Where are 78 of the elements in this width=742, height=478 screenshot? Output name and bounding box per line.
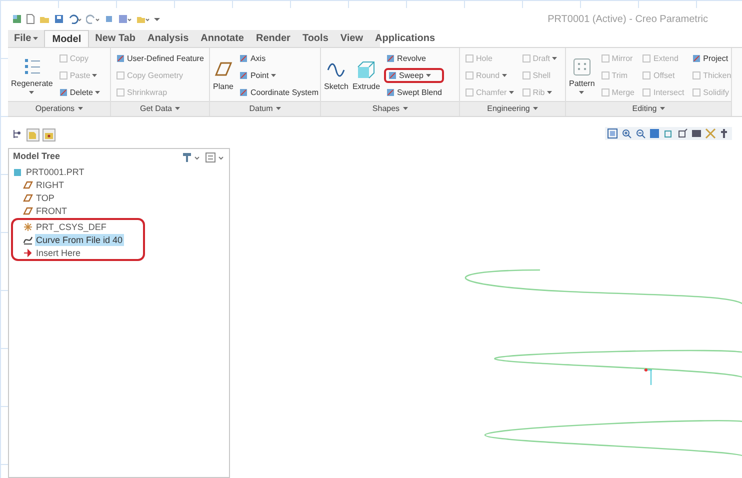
caret-icon bbox=[579, 91, 584, 95]
tool-icon bbox=[692, 54, 702, 63]
ribbon-button[interactable]: Pattern bbox=[569, 57, 595, 95]
tree-icon bbox=[12, 129, 22, 139]
arrow-icon bbox=[23, 248, 33, 258]
undo-icon[interactable] bbox=[68, 14, 82, 24]
group-menu-button[interactable]: Get Data bbox=[111, 101, 209, 116]
ribbon-button[interactable]: Extrude bbox=[352, 60, 380, 92]
tool-icon bbox=[58, 88, 68, 97]
ribbon-button[interactable]: Sweep bbox=[384, 68, 444, 83]
grid-icon bbox=[572, 57, 592, 77]
ribbon-button[interactable]: Sketch bbox=[324, 60, 348, 92]
curve-icon bbox=[23, 234, 33, 244]
ribbon-button[interactable]: Revolve bbox=[384, 51, 444, 66]
tree-item[interactable]: PRT0001.PRT bbox=[25, 166, 86, 178]
favorites-icon[interactable] bbox=[42, 128, 56, 142]
caret-icon bbox=[552, 56, 558, 60]
ribbon-tab[interactable]: Model bbox=[44, 30, 90, 47]
caret-icon bbox=[94, 90, 100, 94]
ribbon-button[interactable]: Plane bbox=[213, 60, 234, 92]
list-icon[interactable] bbox=[205, 152, 225, 162]
tree-item[interactable]: Curve From File id 40 bbox=[35, 234, 124, 246]
tree-item[interactable]: RIGHT bbox=[35, 178, 65, 190]
caret-icon bbox=[29, 91, 34, 95]
ribbon-button[interactable]: Point bbox=[237, 68, 320, 83]
ribbon-tab[interactable]: File bbox=[8, 30, 44, 47]
ribbon-button[interactable]: Project bbox=[690, 51, 734, 66]
caret-icon bbox=[78, 107, 83, 111]
save-icon[interactable] bbox=[54, 14, 64, 24]
group-menu-button[interactable]: Shapes bbox=[321, 101, 459, 116]
tool-icon bbox=[239, 88, 248, 97]
ribbon-button[interactable]: Coordinate System bbox=[237, 85, 320, 100]
group-menu-button[interactable]: Operations bbox=[8, 101, 110, 116]
tool-icon bbox=[239, 54, 248, 63]
ribbon-button[interactable]: Regenerate bbox=[11, 57, 53, 95]
group-menu-button[interactable]: Engineering bbox=[460, 101, 565, 116]
caret-icon bbox=[276, 107, 281, 111]
ribbon-tab[interactable]: Tools bbox=[296, 30, 334, 47]
caret-icon bbox=[508, 90, 514, 94]
ribbon-tab[interactable]: Applications bbox=[369, 30, 442, 47]
group-menu-button[interactable]: Datum bbox=[210, 101, 320, 116]
ribbon-tab[interactable]: Analysis bbox=[142, 30, 195, 47]
zoom-fit-icon[interactable] bbox=[607, 128, 618, 138]
zoom-in-icon[interactable] bbox=[621, 128, 632, 138]
panel-title: Model Tree bbox=[13, 150, 60, 164]
tool-icon bbox=[116, 54, 125, 63]
tool-icon bbox=[239, 71, 248, 80]
ribbon-button[interactable]: Delete bbox=[56, 85, 102, 100]
ribbon-button[interactable]: User-Defined Feature bbox=[114, 51, 206, 66]
zoom-out-icon[interactable] bbox=[635, 128, 646, 138]
redo-icon[interactable] bbox=[86, 14, 100, 24]
tree-item[interactable]: FRONT bbox=[35, 204, 68, 216]
ribbon-button[interactable]: Axis bbox=[237, 51, 320, 66]
caret-icon bbox=[270, 74, 276, 78]
caret-icon bbox=[502, 74, 507, 78]
group-menu-button[interactable]: Editing bbox=[566, 101, 731, 116]
asterisk-icon bbox=[23, 222, 33, 232]
window-icon[interactable] bbox=[118, 14, 132, 24]
caret-icon bbox=[92, 74, 98, 78]
new-file-icon[interactable] bbox=[26, 14, 35, 24]
window-title: PRT0001 (Active) - Creo Parametric bbox=[548, 12, 708, 26]
ribbon-button[interactable]: Swept Blend bbox=[384, 85, 444, 100]
caret-icon bbox=[175, 107, 180, 111]
ribbon-tab[interactable]: New Tab bbox=[89, 30, 142, 47]
caret-icon bbox=[532, 107, 538, 111]
tool-icon bbox=[386, 88, 396, 97]
ribbon-tab[interactable]: View bbox=[334, 30, 369, 47]
ribbon-tab[interactable]: Render bbox=[250, 30, 296, 47]
tool-icon bbox=[386, 54, 396, 63]
caret-icon bbox=[402, 107, 408, 111]
tree-item[interactable]: TOP bbox=[35, 192, 56, 204]
caret-icon bbox=[426, 74, 431, 78]
caret-icon bbox=[660, 107, 665, 111]
folder-icon[interactable] bbox=[136, 14, 150, 24]
ribbon-tab[interactable]: Annotate bbox=[194, 30, 250, 47]
caret-icon bbox=[546, 90, 552, 94]
tool-icon bbox=[388, 71, 398, 80]
caret-icon bbox=[33, 36, 38, 40]
